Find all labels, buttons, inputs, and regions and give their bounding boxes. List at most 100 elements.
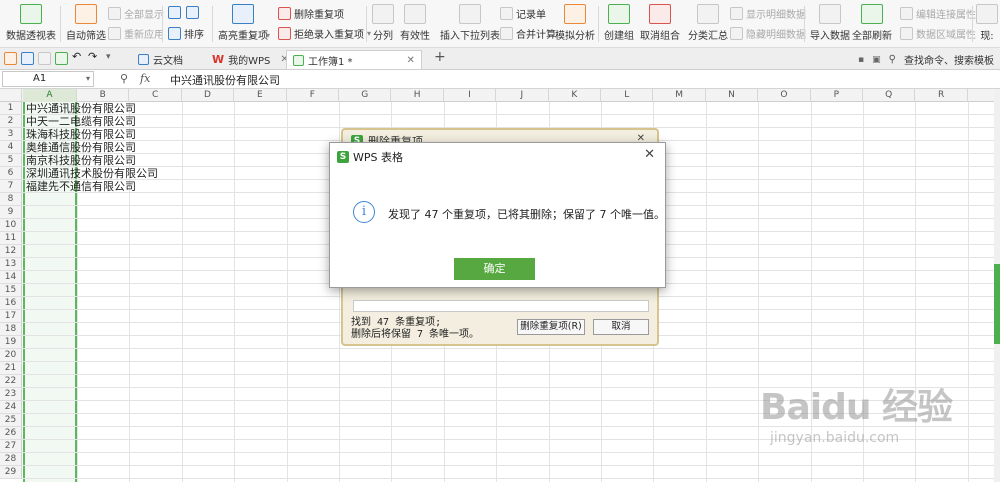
row-header-9[interactable]: 9 (0, 206, 22, 219)
reject-duplicates-button[interactable]: 拒绝录入重复项 ▾ (278, 26, 371, 41)
tab-my-wps[interactable]: W 我的WPS ✕ (206, 50, 295, 69)
row-header-14[interactable]: 14 (0, 271, 22, 284)
close-icon[interactable]: ✕ (644, 147, 655, 162)
redo-icon[interactable]: ↷ (88, 50, 101, 63)
open-folder-icon[interactable] (4, 52, 17, 65)
row-header-26[interactable]: 26 (0, 427, 22, 440)
close-icon[interactable]: ✕ (407, 55, 415, 66)
row-header-15[interactable]: 15 (0, 284, 22, 297)
row-header-22[interactable]: 22 (0, 375, 22, 388)
column-header-n[interactable]: N (706, 89, 759, 102)
form-button[interactable]: 记录单 (500, 6, 546, 21)
column-list[interactable] (353, 300, 649, 312)
row-header-27[interactable]: 27 (0, 440, 22, 453)
ungroup-button[interactable]: 取消组合 (640, 4, 680, 42)
column-header-l[interactable]: L (601, 89, 654, 102)
column-header-d[interactable]: D (182, 89, 235, 102)
column-header-r[interactable]: R (915, 89, 968, 102)
column-header-g[interactable]: G (339, 89, 392, 102)
pivot-table-button[interactable]: 数据透视表 (6, 4, 56, 42)
formula-input[interactable]: 中兴通讯股份有限公司 (170, 72, 280, 88)
show-detail-button[interactable]: 显示明细数据 (730, 6, 806, 21)
cell-a2[interactable]: 中天一二电缆有限公司 (26, 115, 136, 128)
hide-detail-button[interactable]: 隐藏明细数据 (730, 26, 806, 41)
highlight-duplicates-button[interactable]: 高亮重复项 (218, 4, 268, 42)
column-header-f[interactable]: F (287, 89, 339, 102)
column-header-q[interactable]: Q (863, 89, 916, 102)
row-header-16[interactable]: 16 (0, 297, 22, 310)
message-icon[interactable]: ▪ (858, 55, 864, 65)
name-box[interactable]: A1 ▾ (2, 71, 94, 87)
column-header-i[interactable]: I (444, 89, 497, 102)
insert-dropdown-button[interactable]: 插入下拉列表 (440, 4, 500, 42)
validity-button[interactable]: 有效性 (400, 4, 430, 42)
simulate-button[interactable]: 模拟分析 (555, 4, 595, 42)
row-header-17[interactable]: 17 (0, 310, 22, 323)
sort-desc-button[interactable]: 排序 (168, 26, 204, 41)
row-header-5[interactable]: 5 (0, 154, 22, 167)
tab-cloud-docs[interactable]: 云文档 (132, 50, 189, 69)
chevron-down-icon[interactable]: ▾ (106, 52, 119, 65)
row-header-11[interactable]: 11 (0, 232, 22, 245)
cell-a4[interactable]: 奥维通信股份有限公司 (26, 141, 136, 154)
column-header-j[interactable]: J (496, 89, 549, 102)
show-all-button[interactable]: 全部显示 (108, 6, 164, 21)
column-header-m[interactable]: M (653, 89, 706, 102)
row-header-7[interactable]: 7 (0, 180, 22, 193)
column-header-k[interactable]: K (549, 89, 601, 102)
column-header-p[interactable]: P (811, 89, 863, 102)
save-icon[interactable] (21, 52, 34, 65)
row-header-4[interactable]: 4 (0, 141, 22, 154)
refresh-all-button[interactable]: 全部刷新 (852, 4, 892, 42)
zoom-icon[interactable]: ⚲ (120, 72, 128, 85)
row-header-23[interactable]: 23 (0, 388, 22, 401)
scrollbar-thumb[interactable] (994, 264, 1000, 344)
consolidate-button[interactable]: 合并计算 (500, 26, 556, 41)
print-preview-icon[interactable] (55, 52, 68, 65)
row-header-29[interactable]: 29 (0, 466, 22, 479)
cell-a3[interactable]: 珠海科技股份有限公司 (26, 128, 136, 141)
settings-icon[interactable]: ▣ (872, 55, 881, 65)
cancel-button[interactable]: 取消 (593, 319, 649, 335)
row-header-20[interactable]: 20 (0, 349, 22, 362)
row-header-21[interactable]: 21 (0, 362, 22, 375)
chevron-down-icon[interactable]: ▾ (86, 72, 90, 86)
column-header-b[interactable]: B (77, 89, 130, 102)
row-header-13[interactable]: 13 (0, 258, 22, 271)
import-data-button[interactable]: 导入数据 (810, 4, 850, 42)
undo-icon[interactable]: ↶ (72, 50, 85, 63)
column-header-c[interactable]: C (129, 89, 182, 102)
column-header-h[interactable]: H (391, 89, 444, 102)
column-header-o[interactable]: O (758, 89, 811, 102)
row-header-12[interactable]: 12 (0, 245, 22, 258)
delete-duplicates-button[interactable]: 删除重复项(R) (517, 319, 585, 335)
tab-workbook[interactable]: 工作簿1 * ✕ (286, 50, 422, 69)
row-header-10[interactable]: 10 (0, 219, 22, 232)
print-icon[interactable] (38, 52, 51, 65)
sort-button[interactable] (186, 6, 199, 19)
row-header-25[interactable]: 25 (0, 414, 22, 427)
search-commands[interactable]: ▪ ▣ ⚲ 查找命令、搜索模板 (858, 52, 994, 67)
vertical-scrollbar[interactable] (994, 89, 1000, 482)
function-icon[interactable]: fx (140, 72, 150, 85)
cell-a5[interactable]: 南京科技股份有限公司 (26, 154, 136, 167)
row-header-8[interactable]: 8 (0, 193, 22, 206)
row-header-24[interactable]: 24 (0, 401, 22, 414)
autofilter-button[interactable]: 自动筛选 (66, 4, 106, 42)
range-properties-button[interactable]: 数据区域属性 (900, 26, 976, 41)
row-header-6[interactable]: 6 (0, 167, 22, 180)
create-group-button[interactable]: 创建组 (604, 4, 634, 42)
cell-a7[interactable]: 福建先不通信有限公司 (26, 180, 136, 193)
sort-asc-button[interactable] (168, 6, 181, 19)
row-header-19[interactable]: 19 (0, 336, 22, 349)
column-header-a[interactable]: A (23, 89, 77, 102)
row-header-2[interactable]: 2 (0, 115, 22, 128)
more-button[interactable]: 现: (976, 4, 998, 42)
row-header-1[interactable]: 1 (0, 102, 22, 115)
cell-a6[interactable]: 深圳通讯技术股份有限公司 (26, 167, 158, 180)
column-header-e[interactable]: E (234, 89, 287, 102)
new-tab-button[interactable]: + (434, 49, 446, 65)
select-all-corner[interactable] (0, 89, 22, 102)
split-column-button[interactable]: 分列 (372, 4, 394, 42)
ok-button[interactable]: 确定 (454, 258, 535, 280)
